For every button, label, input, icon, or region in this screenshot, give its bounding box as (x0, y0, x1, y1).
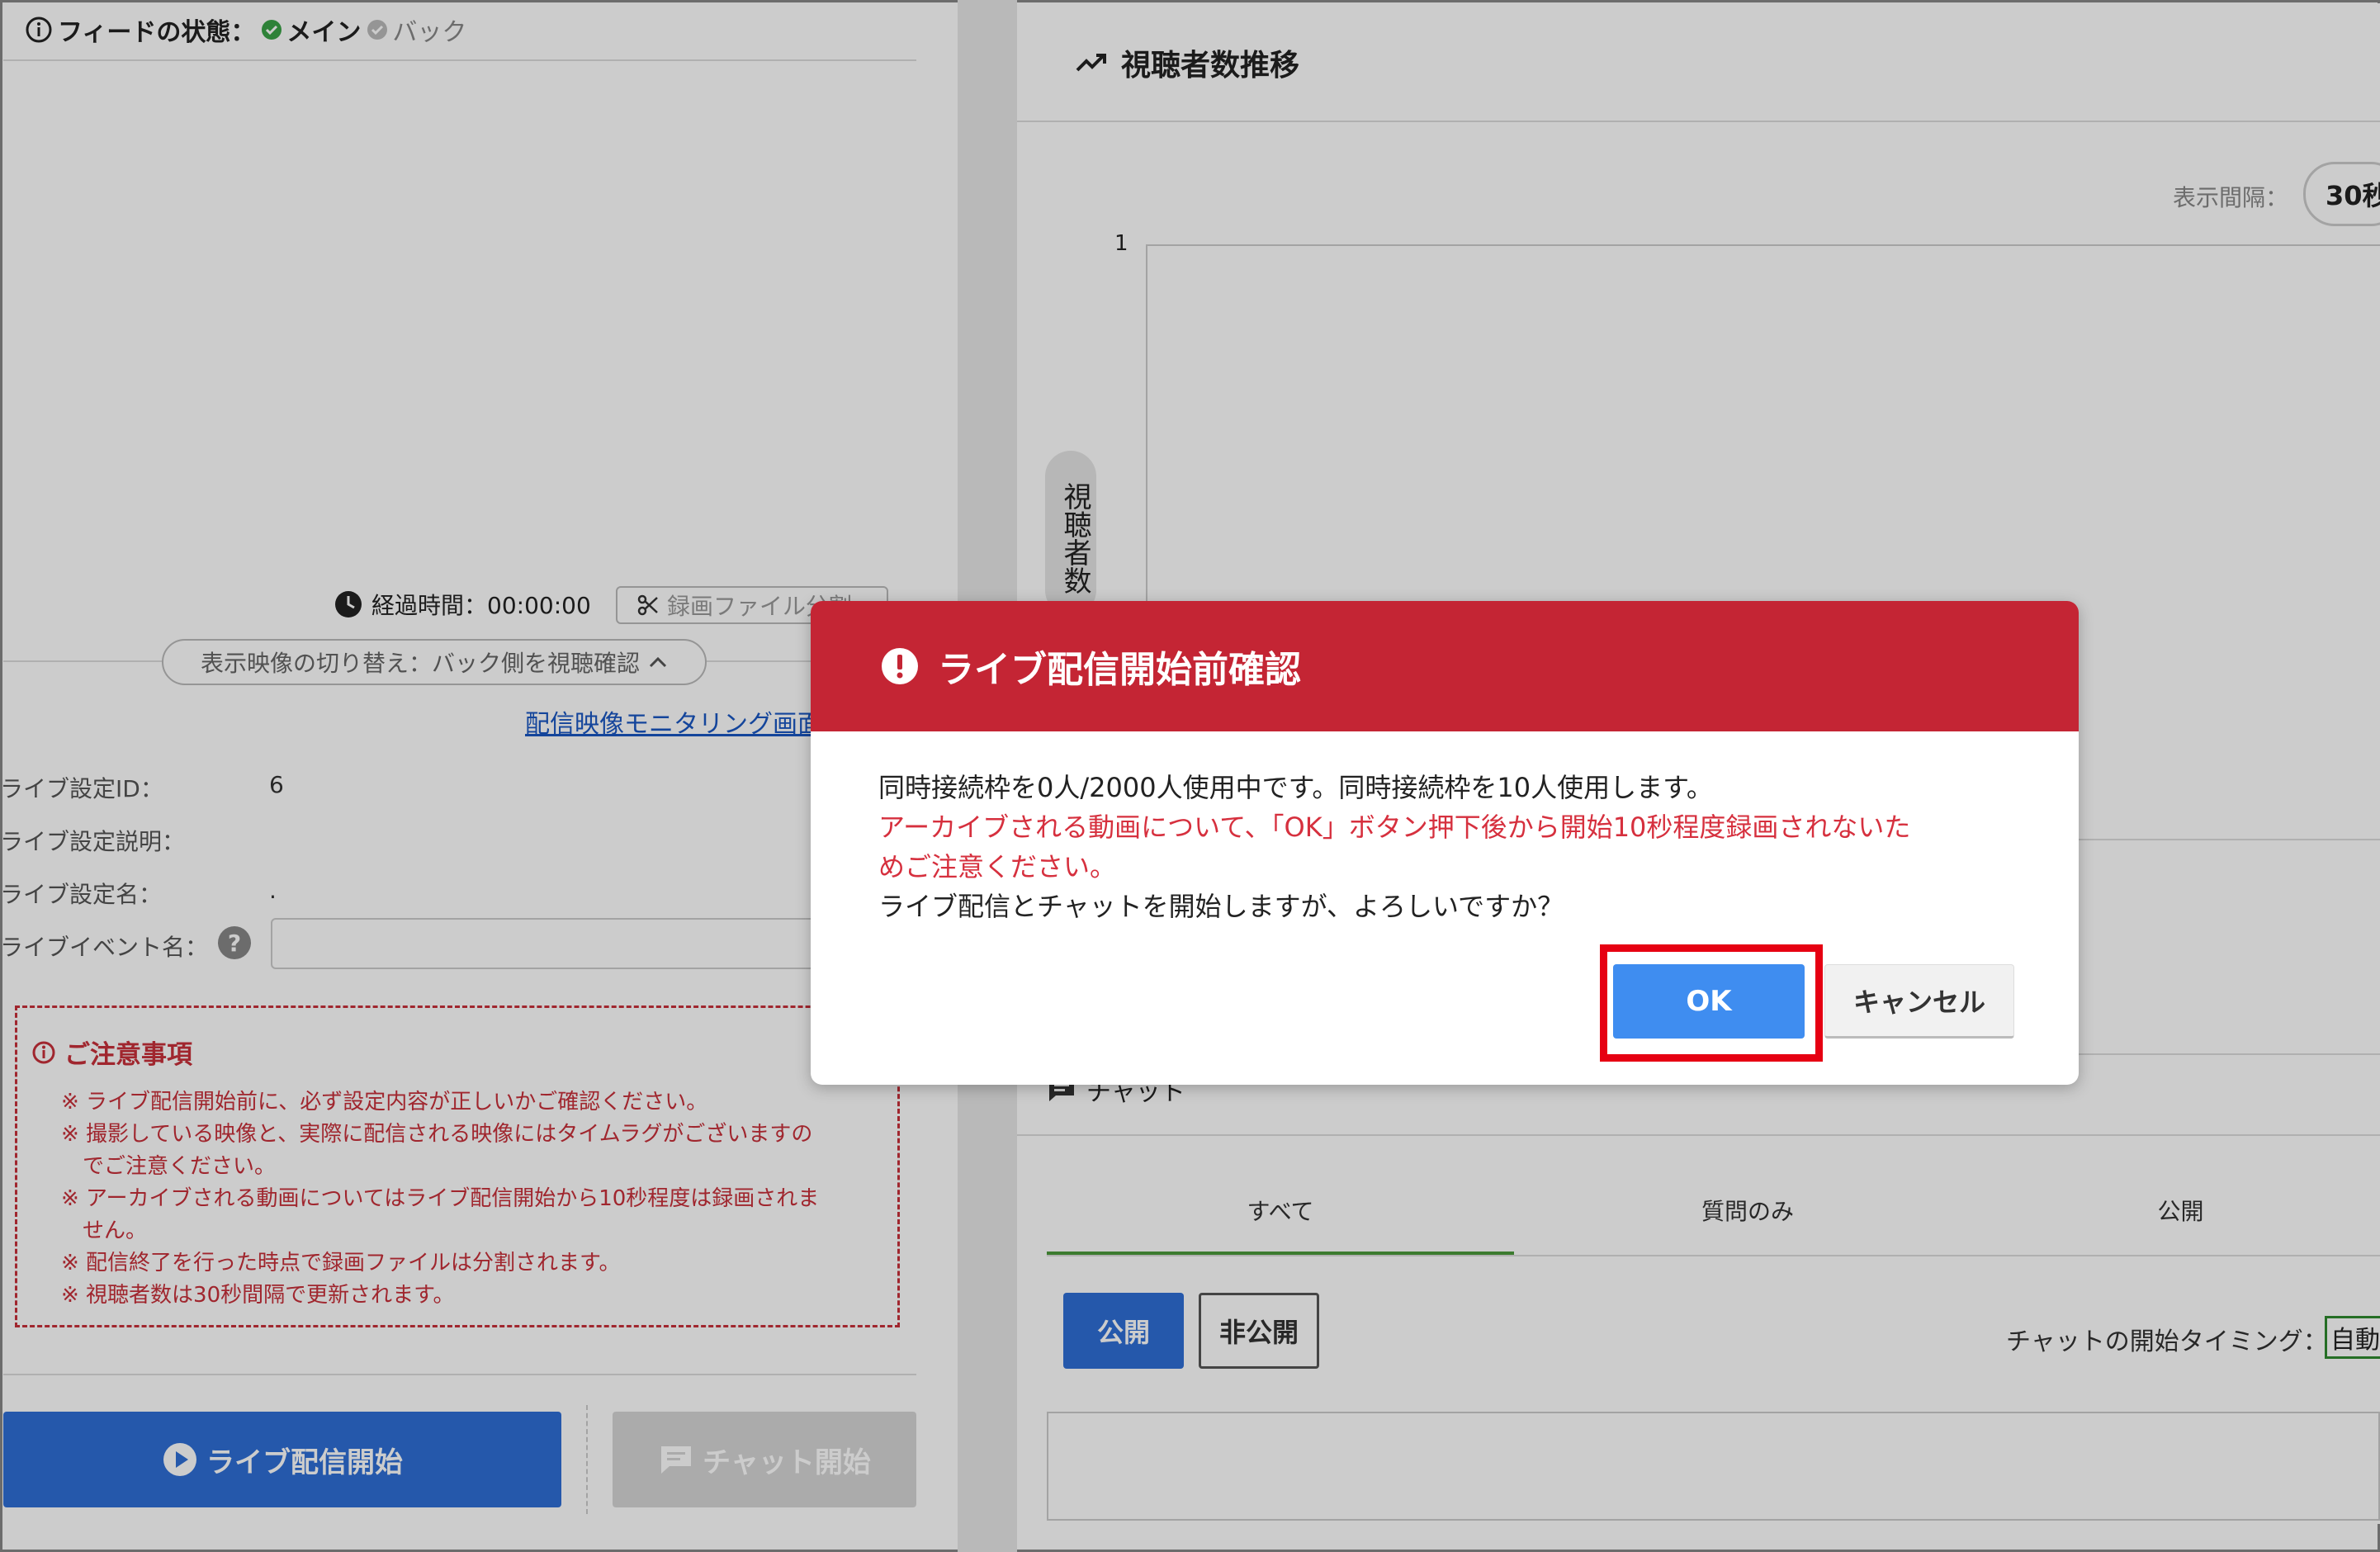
ok-button[interactable]: OK (1613, 964, 1805, 1039)
dialog-header: ライブ配信開始前確認 (811, 601, 2079, 731)
dialog-message: 同時接続枠を0人/2000人使用中です。同時接続枠を10人使用します。 (878, 772, 1713, 803)
dialog-question: ライブ配信とチャットを開始しますが、よろしいですか？ (878, 891, 1564, 922)
dialog-warning: めご注意ください。 (878, 851, 1117, 882)
dialog-body: 同時接続枠を0人/2000人使用中です。同時接続枠を10人使用します。 アーカイ… (878, 768, 2034, 926)
dialog-warning: アーカイブされる動画について、「OK」ボタン押下後から開始10秒程度録画されない… (878, 811, 1911, 843)
cancel-button[interactable]: キャンセル (1824, 964, 2014, 1039)
dialog-title: ライブ配信開始前確認 (938, 649, 1301, 691)
alert-icon (880, 646, 920, 686)
